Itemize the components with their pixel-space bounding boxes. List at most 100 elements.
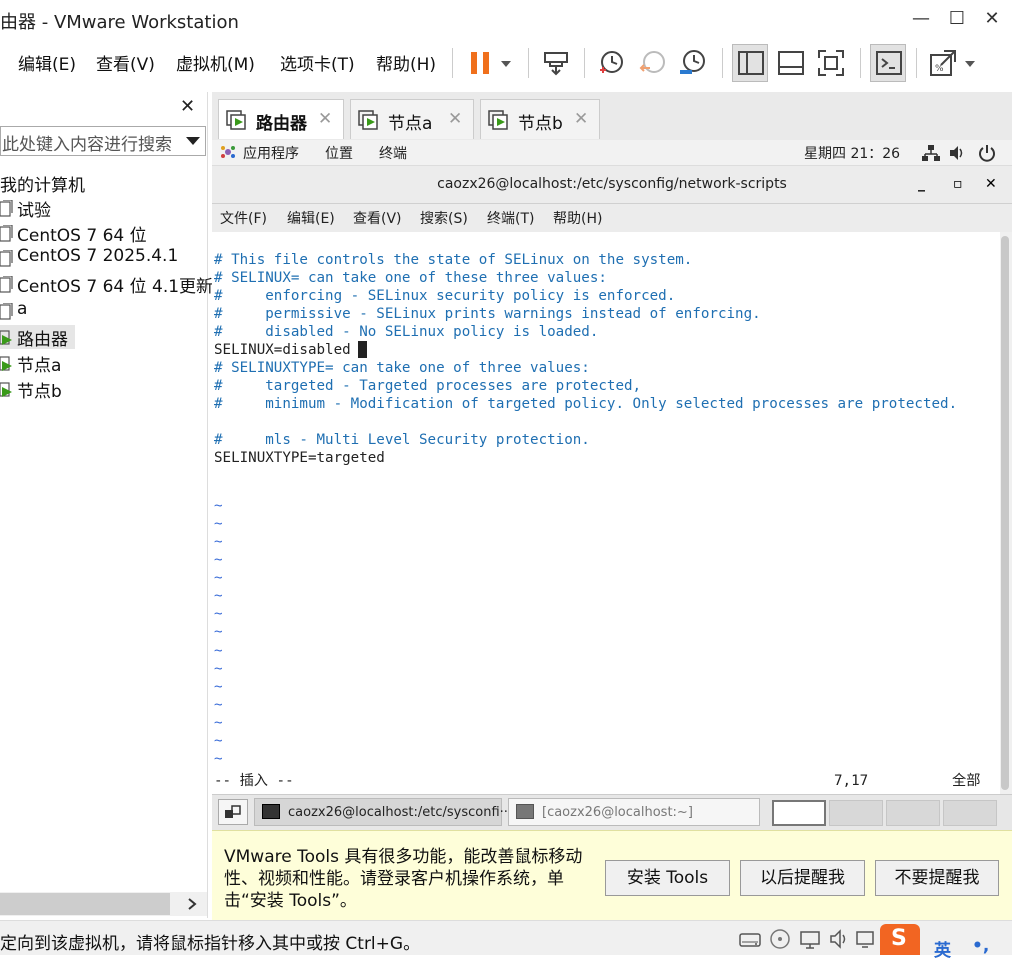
empty-line-marker: ~ bbox=[214, 588, 223, 605]
search-dropdown-icon[interactable] bbox=[184, 132, 202, 150]
tab-close-icon[interactable]: ✕ bbox=[574, 109, 588, 129]
terminal-menu-search[interactable]: 搜索(S) bbox=[420, 208, 468, 228]
toolbar-separator bbox=[722, 48, 723, 78]
sound-card-icon[interactable] bbox=[828, 928, 852, 950]
console-icon[interactable] bbox=[872, 46, 906, 80]
scroll-position: 全部 bbox=[952, 773, 981, 789]
terminal-menu-terminal[interactable]: 终端(T) bbox=[487, 208, 534, 228]
tree-root-my-computer[interactable]: 我的计算机 bbox=[0, 171, 85, 196]
workspace-4[interactable] bbox=[943, 800, 997, 826]
revert-snapshot-icon[interactable] bbox=[636, 46, 670, 80]
vm-running-icon bbox=[226, 110, 246, 130]
terminal-menu-help[interactable]: 帮助(H) bbox=[553, 208, 602, 228]
thumbnail-view-icon[interactable] bbox=[774, 46, 808, 80]
empty-line-marker: ~ bbox=[214, 642, 223, 659]
vm-running-icon bbox=[0, 330, 12, 345]
ime-language-indicator[interactable]: 英 bbox=[934, 936, 951, 961]
fullscreen-icon[interactable] bbox=[814, 46, 848, 80]
menu-view[interactable]: 查看(V) bbox=[96, 50, 155, 75]
editor-line: # permissive - SELinux prints warnings i… bbox=[214, 306, 761, 322]
empty-line-marker: ~ bbox=[214, 678, 223, 695]
empty-line-marker: ~ bbox=[214, 552, 223, 569]
menu-help[interactable]: 帮助(H) bbox=[376, 50, 436, 75]
editor-line: # minimum - Modification of targeted pol… bbox=[214, 396, 958, 412]
snapshot-icon[interactable] bbox=[594, 46, 628, 80]
remind-later-button[interactable]: 以后提醒我 bbox=[740, 860, 865, 896]
network-icon[interactable] bbox=[922, 144, 940, 162]
workspace-2[interactable] bbox=[829, 800, 883, 826]
tab-close-icon[interactable]: ✕ bbox=[448, 109, 462, 129]
tab-label: 节点b bbox=[518, 114, 563, 134]
tab-close-icon[interactable]: ✕ bbox=[318, 109, 332, 129]
menu-edit[interactable]: 编辑(E) bbox=[18, 50, 76, 75]
clock[interactable]: 星期四 21：26 bbox=[804, 143, 900, 163]
editor-line: # mls - Multi Level Security protection. bbox=[214, 432, 590, 448]
terminal-menu-file[interactable]: 文件(F) bbox=[220, 208, 267, 228]
workspace-1[interactable] bbox=[772, 800, 826, 826]
tab-label: 路由器 bbox=[256, 114, 307, 134]
close-library-icon[interactable]: ✕ bbox=[180, 96, 195, 117]
svg-text:%: % bbox=[935, 64, 944, 74]
toolbar-separator bbox=[584, 48, 585, 78]
toolbar-separator bbox=[916, 48, 917, 78]
scrollbar-thumb[interactable] bbox=[1001, 236, 1009, 790]
dropdown-icon[interactable] bbox=[494, 46, 518, 80]
tree-item-label: CentOS 7 2025.4.1 bbox=[17, 246, 179, 266]
pause-icon[interactable] bbox=[464, 46, 498, 80]
display-icon[interactable] bbox=[854, 928, 878, 950]
stretch-icon[interactable]: % bbox=[926, 46, 960, 80]
vm-icon bbox=[0, 225, 13, 242]
empty-line-marker: ~ bbox=[214, 516, 223, 533]
ime-punctuation-icon[interactable]: •, bbox=[972, 936, 989, 956]
workspace-3[interactable] bbox=[886, 800, 940, 826]
terminal-menu-view[interactable]: 查看(V) bbox=[353, 208, 402, 228]
show-desktop-icon bbox=[225, 805, 241, 818]
empty-line-marker: ~ bbox=[214, 732, 223, 749]
terminal-menu-edit[interactable]: 编辑(E) bbox=[287, 208, 335, 228]
empty-line-marker: ~ bbox=[214, 696, 223, 713]
terminal-app-icon bbox=[516, 804, 534, 819]
empty-line-marker: ~ bbox=[214, 660, 223, 677]
editor-line: # SELINUX= can take one of these three v… bbox=[214, 270, 607, 286]
install-tools-button[interactable]: 安装 Tools bbox=[605, 860, 730, 896]
scrollbar-thumb[interactable] bbox=[0, 893, 170, 915]
tree-item-label: 试验 bbox=[17, 201, 51, 221]
vim-mode-indicator: -- 插入 -- bbox=[214, 773, 294, 789]
terminal-close-button[interactable]: ✕ bbox=[985, 176, 997, 192]
terminal-minimize-button[interactable]: _ bbox=[918, 176, 925, 192]
editor-line: # SELINUXTYPE= can take one of three val… bbox=[214, 360, 590, 376]
cursor-position: 7,17 bbox=[834, 773, 869, 789]
cd-dvd-icon[interactable] bbox=[768, 928, 792, 950]
power-icon[interactable] bbox=[978, 144, 996, 162]
applications-icon bbox=[221, 146, 235, 158]
menu-tabs[interactable]: 选项卡(T) bbox=[280, 50, 355, 75]
editor-line: # enforcing - SELinux security policy is… bbox=[214, 288, 676, 304]
empty-line-marker: ~ bbox=[214, 714, 223, 731]
network-adapter-icon[interactable] bbox=[798, 928, 822, 950]
editor-line: SELINUXTYPE=targeted bbox=[214, 450, 385, 466]
empty-line-marker: ~ bbox=[214, 624, 223, 641]
scroll-right-icon[interactable] bbox=[182, 896, 202, 912]
gnome-menu-terminal[interactable]: 终端 bbox=[379, 143, 407, 163]
dropdown-icon[interactable] bbox=[958, 46, 982, 80]
window-title: 由器 - VMware Workstation bbox=[0, 12, 239, 33]
text-cursor bbox=[358, 341, 367, 358]
send-keys-icon[interactable] bbox=[540, 46, 574, 80]
dont-remind-button[interactable]: 不要提醒我 bbox=[875, 860, 999, 896]
library-view-icon[interactable] bbox=[734, 46, 768, 80]
volume-icon[interactable] bbox=[948, 144, 966, 162]
tree-item[interactable]: 路由器 bbox=[0, 325, 75, 350]
hard-disk-icon[interactable] bbox=[738, 928, 762, 950]
menu-vm[interactable]: 虚拟机(M) bbox=[176, 50, 255, 75]
empty-line-marker: ~ bbox=[214, 606, 223, 623]
maximize-button[interactable]: ☐ bbox=[942, 6, 972, 32]
terminal-maximize-button[interactable]: ▫ bbox=[953, 176, 963, 192]
close-button[interactable]: ✕ bbox=[977, 6, 1007, 32]
gnome-menu-places[interactable]: 位置 bbox=[325, 143, 353, 163]
minimize-button[interactable]: — bbox=[906, 6, 936, 32]
gnome-menu-applications[interactable]: 应用程序 bbox=[243, 143, 299, 163]
manage-snapshots-icon[interactable] bbox=[676, 46, 710, 80]
tree-item-label: 节点b bbox=[17, 382, 62, 402]
editor-line: # disabled - No SELinux policy is loaded… bbox=[214, 324, 599, 340]
vm-running-icon bbox=[0, 356, 12, 371]
